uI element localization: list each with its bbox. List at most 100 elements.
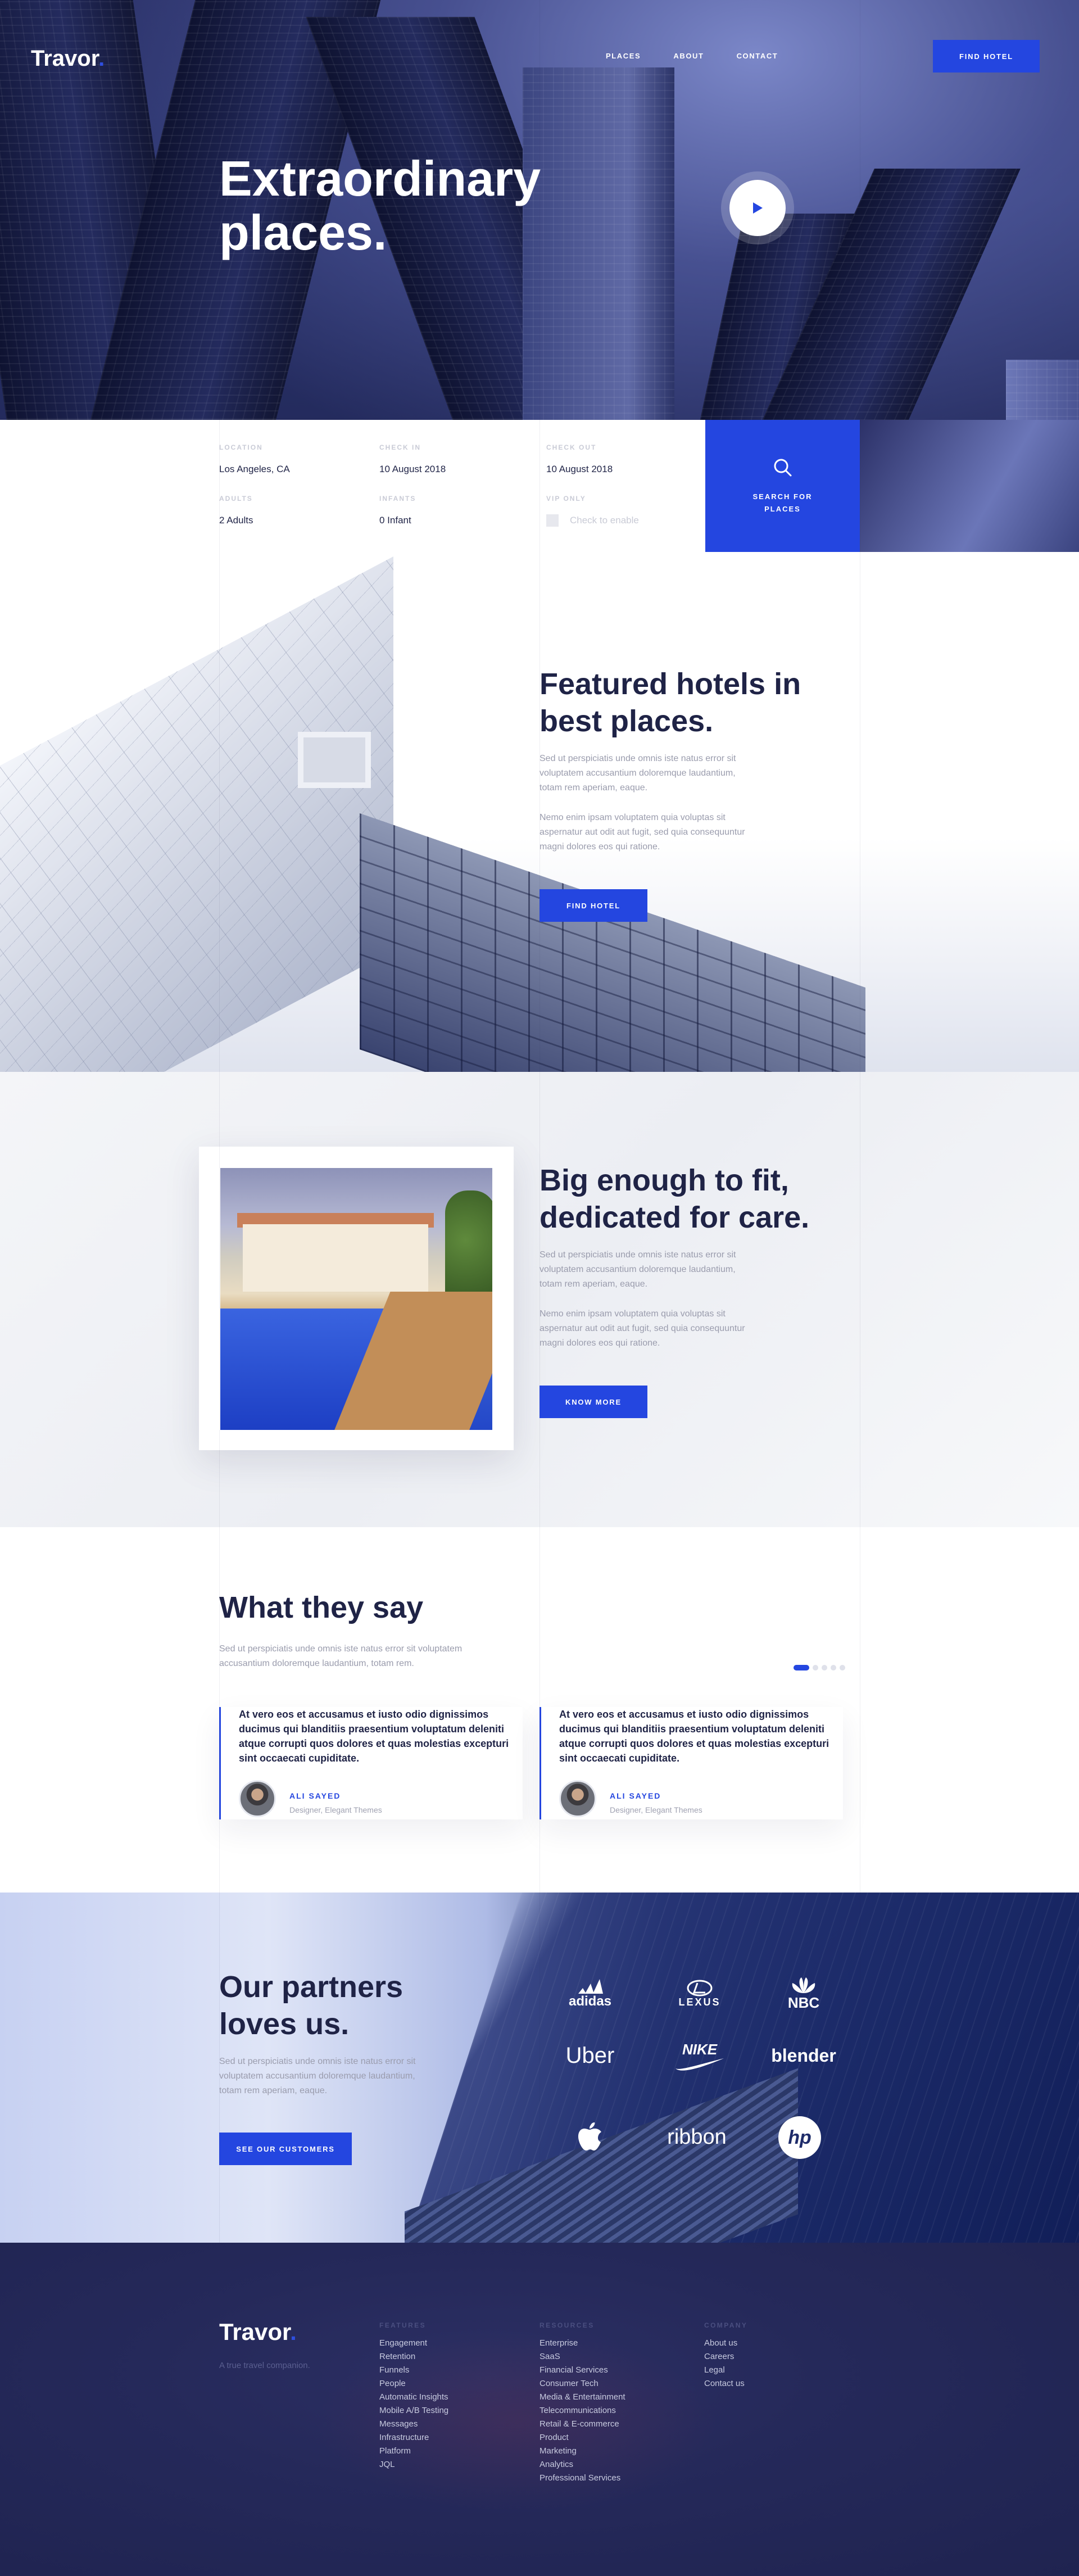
location-field[interactable]: Los Angeles, CA [219, 464, 290, 475]
text-line: voluptatem accusantium doloremque laudan… [219, 2071, 415, 2081]
care-title-line1: Big enough to fit, [540, 1163, 789, 1197]
logo-text: Travor [31, 46, 99, 71]
footer-tagline: A true travel companion. [219, 2361, 310, 2370]
adidas-logo-text: adidas [568, 1994, 612, 2009]
nike-swoosh-icon [675, 2058, 724, 2071]
footer-link[interactable]: Contact us [704, 2377, 745, 2391]
see-customers-button[interactable]: SEE OUR CUSTOMERS [219, 2133, 352, 2165]
lexus-logo: LEXUS [663, 1971, 736, 2016]
footer-link[interactable]: Infrastructure [379, 2431, 448, 2444]
footer-link[interactable]: Legal [704, 2364, 745, 2377]
text-line: aspernatur aut odit aut fugit, sed quia … [540, 827, 745, 837]
nbc-logo-text: NBC [787, 1994, 820, 2011]
testimonial-quote: At vero eos et accusamus et iusto odio d… [239, 1709, 509, 1764]
text-line: Sed ut perspiciatis unde omnis iste natu… [219, 2057, 416, 2066]
hotel-pool-photo [220, 1168, 492, 1430]
slider-dot[interactable] [813, 1665, 818, 1670]
text-line: totam rem aperiam, eaque. [540, 783, 648, 793]
search-button-label: SEARCH FOR PLACES [741, 491, 825, 515]
footer-link[interactable]: Marketing [540, 2444, 625, 2458]
slider-dot[interactable] [822, 1665, 827, 1670]
logo-dot: . [98, 46, 105, 71]
footer-logo[interactable]: Travor. [219, 2319, 297, 2346]
avatar [559, 1780, 596, 1817]
footer-link[interactable]: People [379, 2377, 448, 2391]
checkin-label: CHECK IN [379, 443, 421, 451]
footer-link[interactable]: Professional Services [540, 2471, 625, 2485]
nike-logo-text: NIKE [682, 2040, 718, 2058]
find-hotel-button[interactable]: FIND HOTEL [540, 889, 647, 922]
nav-item-about[interactable]: ABOUT [673, 52, 704, 60]
nav-item-places[interactable]: PLACES [606, 52, 641, 60]
infants-label: INFANTS [379, 495, 416, 502]
footer-link[interactable]: Financial Services [540, 2364, 625, 2377]
footer-logo-text: Travor [219, 2319, 291, 2345]
slider-dot[interactable] [840, 1665, 845, 1670]
footer-link[interactable]: Enterprise [540, 2337, 625, 2350]
infants-field[interactable]: 0 Infant [379, 515, 411, 526]
care-section: Big enough to fit, dedicated for care. S… [0, 1072, 1079, 1527]
footer-link[interactable]: Analytics [540, 2458, 625, 2471]
apple-logo-icon [578, 2122, 601, 2151]
footer-company-list: About us Careers Legal Contact us [704, 2337, 745, 2391]
footer-link[interactable]: Careers [704, 2350, 745, 2364]
footer-link[interactable]: Engagement [379, 2337, 448, 2350]
footer-link[interactable]: Media & Entertainment [540, 2391, 625, 2404]
testimonial-quote: At vero eos et accusamus et iusto odio d… [559, 1709, 829, 1764]
hero-title-line1: Extraordinary [219, 151, 541, 206]
adidas-logo: adidas [556, 1971, 624, 2016]
slider-dots [794, 1665, 845, 1670]
footer-link[interactable]: About us [704, 2337, 745, 2350]
vip-label: VIP ONLY [546, 495, 586, 502]
text-line: totam rem aperiam, eaque. [540, 1279, 648, 1289]
footer-link[interactable]: Mobile A/B Testing [379, 2404, 448, 2417]
footer-link[interactable]: Funnels [379, 2364, 448, 2377]
hotel-photo-card [199, 1147, 514, 1450]
logo[interactable]: Travor. [31, 46, 105, 71]
footer-link[interactable]: Product [540, 2431, 625, 2444]
footer-link[interactable]: Retail & E-commerce [540, 2417, 625, 2431]
avatar [239, 1780, 276, 1817]
checkin-field[interactable]: 10 August 2018 [379, 464, 446, 475]
footer-link[interactable]: SaaS [540, 2350, 625, 2364]
footer-link[interactable]: Messages [379, 2417, 448, 2431]
ribbon-logo: ribbon [667, 2125, 727, 2149]
play-icon [753, 202, 763, 214]
footer-glow [315, 2333, 719, 2512]
nav-item-contact[interactable]: CONTACT [737, 52, 778, 60]
find-hotel-nav-button[interactable]: FIND HOTEL [933, 40, 1040, 73]
play-video-button[interactable] [721, 171, 794, 245]
footer-resources-title: RESOURCES [540, 2321, 595, 2329]
footer-link[interactable]: JQL [379, 2458, 448, 2471]
adults-field[interactable]: 2 Adults [219, 515, 253, 526]
footer-link[interactable]: Platform [379, 2444, 448, 2458]
know-more-button[interactable]: KNOW MORE [540, 1386, 647, 1418]
checkout-field[interactable]: 10 August 2018 [546, 464, 613, 475]
footer-link[interactable]: Telecommunications [540, 2404, 625, 2417]
search-places-button[interactable]: SEARCH FOR PLACES [705, 420, 860, 552]
photo-house [243, 1224, 428, 1292]
partners-title-line1: Our partners [219, 1970, 404, 2004]
adidas-stripes-icon [578, 1979, 603, 1994]
featured-section: Featured hotels in best places. Sed ut p… [0, 552, 1079, 1072]
text-line: Nemo enim ipsam voluptatem quia voluptas… [540, 813, 726, 822]
footer-logo-dot: . [290, 2319, 297, 2345]
featured-title-line1: Featured hotels in [540, 667, 801, 701]
footer-link[interactable]: Automatic Insights [379, 2391, 448, 2404]
slider-dot[interactable] [831, 1665, 836, 1670]
text-line: totam rem aperiam, eaque. [219, 2086, 328, 2095]
checkout-label: CHECK OUT [546, 443, 597, 451]
footer-features-list: Engagement Retention Funnels People Auto… [379, 2337, 448, 2471]
search-icon [774, 459, 791, 476]
testimonials-title: What they say [219, 1591, 424, 1624]
testimonial-role: Designer, Elegant Themes [289, 1805, 382, 1814]
footer-link[interactable]: Retention [379, 2350, 448, 2364]
featured-title-line2: best places. [540, 704, 714, 738]
slider-dot-active[interactable] [794, 1665, 809, 1670]
text-line: voluptatem accusantium doloremque laudan… [540, 768, 736, 778]
vip-checkbox[interactable] [546, 514, 559, 527]
footer-link[interactable]: Consumer Tech [540, 2377, 625, 2391]
blender-logo: blender [771, 2045, 836, 2066]
nike-logo: NIKE [663, 2039, 736, 2072]
text-line: Sed ut perspiciatis unde omnis iste natu… [540, 1250, 736, 1260]
